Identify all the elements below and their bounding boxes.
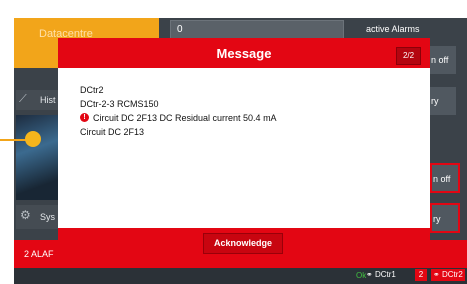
status-dctr2[interactable]: ⚭ DCtr2 <box>431 269 465 281</box>
status-bar <box>14 268 467 284</box>
message-line-4: Circuit DC 2F13 <box>80 127 145 137</box>
status-ok: Ok <box>356 271 367 280</box>
history-label-2: ry <box>433 214 441 224</box>
history-nav[interactable]: ⟋ Hist <box>16 90 60 110</box>
message-line-2: DCtr-2-3 RCMS150 <box>80 99 159 109</box>
screen: Datacentre E 0 active Alarms n off ry n … <box>0 0 467 284</box>
location-marker[interactable] <box>25 131 41 147</box>
error-icon: ! <box>80 113 89 123</box>
status-dctr1-label: DCtr1 <box>374 270 396 279</box>
on-off-label-1: n off <box>431 55 449 65</box>
system-nav-label: Sys <box>40 212 56 222</box>
history-button-2[interactable]: ry <box>430 203 460 233</box>
message-body: DCtr2 DCtr-2-3 RCMS150 ! Circuit DC 2F13 … <box>58 68 430 228</box>
history-nav-label: Hist <box>40 95 56 105</box>
acknowledge-button[interactable]: Acknowledge <box>203 233 283 254</box>
on-off-button-2[interactable]: n off <box>430 163 460 193</box>
active-alarms-label: active Alarms <box>366 24 420 34</box>
message-dialog-title: Message <box>216 46 272 61</box>
message-line-1: DCtr2 <box>80 85 104 95</box>
status-dctr2-label: DCtr2 <box>441 270 463 279</box>
connector-line <box>0 139 26 141</box>
message-dialog-header: Message 2/2 <box>58 38 430 68</box>
system-nav[interactable]: ⚙ Sys <box>16 205 60 229</box>
on-off-label-2: n off <box>433 174 451 184</box>
history-button-1[interactable]: ry <box>430 87 456 115</box>
status-alarm-count[interactable]: 2 <box>415 269 427 281</box>
history-label-1: ry <box>431 96 439 106</box>
on-off-button-1[interactable]: n off <box>430 46 456 74</box>
value-field-text: 0 <box>177 24 183 35</box>
gear-icon: ⚙ <box>20 208 31 222</box>
alarm-strip-label: 2 ALAF <box>24 249 54 259</box>
message-pager[interactable]: 2/2 <box>396 47 421 65</box>
datacentre-photo <box>16 115 58 200</box>
message-line-3: ! Circuit DC 2F13 DC Residual current 50.… <box>80 113 277 123</box>
status-dctr1[interactable]: ⚭ DCtr1 <box>366 270 396 279</box>
message-line-3-text: Circuit DC 2F13 DC Residual current 50.4… <box>93 113 277 123</box>
chart-line-icon: ⟋ <box>19 93 27 105</box>
